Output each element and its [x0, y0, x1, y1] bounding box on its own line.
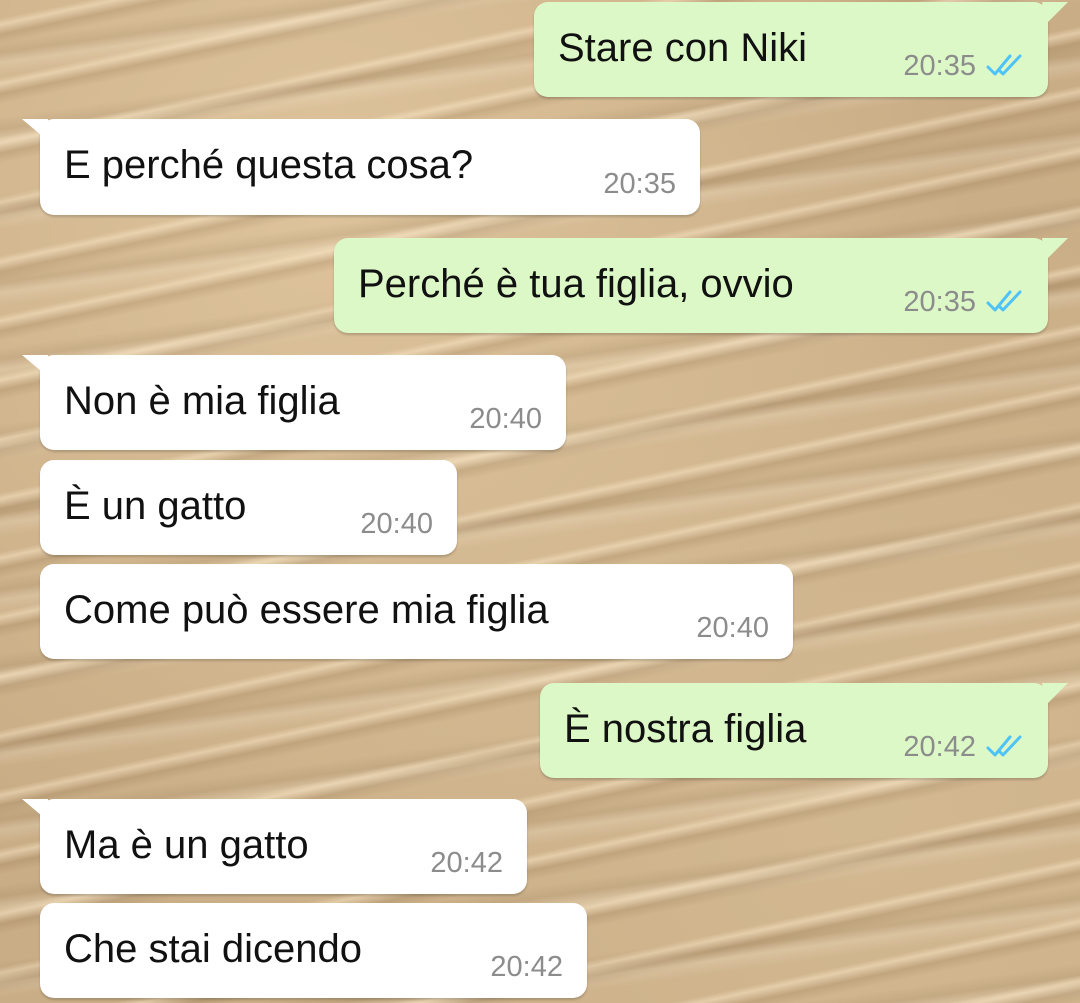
chat-wallpaper: Stare con Niki 20:35 E perché questa cos… — [0, 0, 1080, 1003]
message-bubble-incoming[interactable]: È un gatto 20:40 — [40, 460, 457, 555]
message-text: Che stai dicendo — [64, 927, 362, 971]
message-meta: 20:35 — [903, 285, 1026, 319]
message-text: È un gatto — [64, 484, 247, 528]
message-time: 20:40 — [360, 507, 433, 540]
message-meta: 20:35 — [903, 49, 1026, 83]
message-meta: 20:35 — [603, 167, 676, 201]
message-text: È nostra figlia — [564, 707, 807, 751]
bubble-tail — [1042, 683, 1068, 705]
message-text: Come può essere mia figlia — [64, 588, 549, 632]
message-meta: 20:42 — [490, 950, 563, 984]
double-check-icon — [986, 54, 1022, 76]
message-bubble-incoming[interactable]: Ma è un gatto 20:42 — [22, 799, 527, 894]
message-time: 20:42 — [903, 730, 976, 763]
message-bubble-outgoing[interactable]: Stare con Niki 20:35 — [534, 2, 1068, 97]
bubble-tail — [1042, 238, 1068, 260]
message-text: E perché questa cosa? — [64, 143, 474, 187]
message-bubble-incoming[interactable]: Non è mia figlia 20:40 — [22, 355, 566, 450]
message-bubble-incoming[interactable]: Come può essere mia figlia 20:40 — [40, 564, 793, 659]
message-bubble-outgoing[interactable]: È nostra figlia 20:42 — [540, 683, 1068, 778]
bubble-tail — [22, 799, 48, 821]
message-meta: 20:42 — [903, 730, 1026, 764]
message-bubble-incoming[interactable]: E perché questa cosa? 20:35 — [22, 119, 700, 215]
message-meta: 20:40 — [696, 611, 769, 645]
bubble-tail — [22, 355, 48, 377]
message-bubble-outgoing[interactable]: Perché è tua figlia, ovvio 20:35 — [334, 238, 1068, 333]
message-time: 20:42 — [490, 950, 563, 983]
message-time: 20:35 — [903, 49, 976, 82]
message-meta: 20:42 — [430, 846, 503, 880]
message-meta: 20:40 — [360, 507, 433, 541]
message-time: 20:42 — [430, 846, 503, 879]
bubble-tail — [22, 119, 48, 141]
message-text: Non è mia figlia — [64, 379, 340, 423]
double-check-icon — [986, 290, 1022, 312]
message-text: Ma è un gatto — [64, 823, 309, 867]
message-time: 20:40 — [469, 402, 542, 435]
message-bubble-incoming[interactable]: Che stai dicendo 20:42 — [40, 903, 587, 998]
message-meta: 20:40 — [469, 402, 542, 436]
message-time: 20:40 — [696, 611, 769, 644]
double-check-icon — [986, 735, 1022, 757]
message-text: Perché è tua figlia, ovvio — [358, 262, 794, 306]
bubble-tail — [1042, 2, 1068, 24]
message-time: 20:35 — [603, 167, 676, 200]
message-time: 20:35 — [903, 285, 976, 318]
message-text: Stare con Niki — [558, 26, 807, 70]
